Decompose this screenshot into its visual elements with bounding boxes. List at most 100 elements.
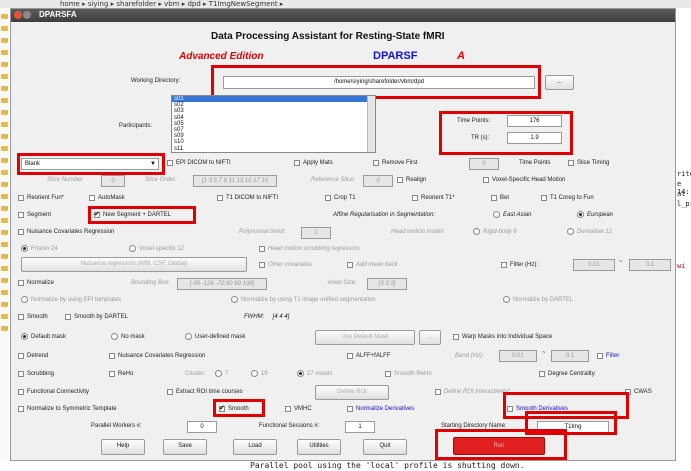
reference-slice-input[interactable]: 0 (363, 175, 393, 187)
folder-icon[interactable] (1, 206, 8, 211)
friston-radio[interactable] (21, 245, 28, 252)
define-roi-button[interactable]: Define ROI (315, 385, 389, 400)
other-covariates-checkbox[interactable] (259, 262, 265, 268)
help-button[interactable]: Help (101, 439, 145, 455)
folder-icon[interactable] (1, 266, 8, 271)
scrubbing-checkbox[interactable] (18, 371, 24, 377)
folder-icon[interactable] (1, 122, 8, 127)
folder-icon[interactable] (1, 50, 8, 55)
fc-checkbox[interactable] (18, 389, 24, 395)
folder-icon[interactable] (1, 254, 8, 259)
folder-icon[interactable] (1, 290, 8, 295)
path-segment[interactable]: vbm (164, 0, 179, 8)
use-default-mask-button[interactable]: Use Default Mask (315, 330, 415, 345)
mask-browse-button[interactable]: ... (419, 330, 441, 345)
automask-checkbox[interactable] (89, 195, 95, 201)
template-dropdown[interactable]: Blank ▼ (21, 158, 159, 170)
folder-icon[interactable] (1, 314, 8, 319)
folder-icon[interactable] (1, 242, 8, 247)
define-roi-interactive-checkbox[interactable] (435, 389, 441, 395)
reorient-fun-checkbox[interactable] (18, 195, 24, 201)
extract-roi-checkbox[interactable] (167, 389, 173, 395)
epi-templates-radio[interactable] (21, 296, 28, 303)
folder-icon[interactable] (1, 194, 8, 199)
reorient-t1-checkbox[interactable] (412, 195, 418, 201)
path-segment[interactable]: home (60, 0, 80, 8)
folder-icon[interactable] (1, 182, 8, 187)
sym-smooth-checkbox[interactable] (219, 404, 225, 412)
detrend-checkbox[interactable] (18, 353, 24, 359)
segment-checkbox[interactable] (18, 212, 24, 218)
scrubbing-regressors-checkbox[interactable] (259, 246, 265, 252)
band-low-input[interactable]: 0.01 (499, 350, 537, 362)
path-segment[interactable]: dpd (187, 0, 200, 8)
folder-icon[interactable] (1, 26, 8, 31)
minimize-icon[interactable] (23, 11, 31, 19)
load-button[interactable]: Load (233, 439, 277, 455)
normalize-deriv-checkbox[interactable] (347, 406, 353, 412)
utilities-button[interactable]: Utilities (297, 439, 341, 455)
t1-coreg-checkbox[interactable] (541, 195, 547, 201)
path-segment[interactable]: T1ImgNewSegment (209, 0, 278, 8)
warp-masks-checkbox[interactable] (453, 334, 459, 340)
list-item[interactable]: s11 (172, 146, 375, 152)
participants-list[interactable]: s01 s02 s03 s04 s05 s07 s09 s10 s11 (171, 95, 376, 153)
slice-order-input[interactable]: [1 3 5 7 9 11 13 15 17 15 (193, 175, 277, 187)
functional-sessions-input[interactable]: 1 (345, 421, 375, 433)
folder-icon[interactable] (1, 218, 8, 223)
folder-icon[interactable] (1, 98, 8, 103)
nuisance-checkbox[interactable] (18, 229, 24, 235)
save-button[interactable]: Save (163, 439, 207, 455)
cluster-27-radio[interactable] (297, 370, 304, 377)
t1-dicom-checkbox[interactable] (217, 195, 223, 201)
no-mask-radio[interactable] (111, 333, 118, 340)
remove-first-input[interactable]: 0 (469, 158, 499, 170)
time-points-input[interactable]: 176 (507, 115, 562, 127)
quit-button[interactable]: Quit (363, 439, 407, 455)
slice-timing-checkbox[interactable] (568, 160, 574, 166)
parallel-workers-input[interactable]: 0 (187, 421, 217, 433)
reho-checkbox[interactable] (109, 371, 115, 377)
epi-dicom-checkbox[interactable] (167, 160, 173, 166)
band-filter-checkbox[interactable] (597, 353, 603, 359)
folder-icon[interactable] (1, 62, 8, 67)
folder-icon[interactable] (1, 230, 8, 235)
normalize-checkbox[interactable] (18, 280, 24, 286)
folder-icon[interactable] (1, 74, 8, 79)
cluster-19-radio[interactable] (251, 370, 258, 377)
folder-icon[interactable] (1, 302, 8, 307)
poly-trend-input[interactable]: 1 (301, 227, 331, 239)
smooth-reho-checkbox[interactable] (385, 371, 391, 377)
path-segment[interactable]: sharefolder (116, 0, 156, 8)
apply-mats-checkbox[interactable] (294, 160, 300, 166)
user-mask-radio[interactable] (185, 333, 192, 340)
run-button[interactable]: Run (453, 437, 545, 455)
nuisance-regressors-button[interactable]: Nuisance regressors (WM, CSF, Global) (21, 257, 247, 272)
fwhm-input[interactable]: [4 4 4] (267, 312, 295, 324)
degree-centrality-checkbox[interactable] (539, 371, 545, 377)
derivative-radio[interactable] (567, 228, 574, 235)
folder-icon[interactable] (1, 146, 8, 151)
slice-number-input[interactable]: 0 (101, 175, 125, 187)
bounding-box-input[interactable]: [-90 -126 -72;90 90 108] (177, 278, 267, 290)
folder-icon[interactable] (1, 110, 8, 115)
rigid-body-radio[interactable] (473, 228, 480, 235)
voxel-head-motion-checkbox[interactable] (483, 177, 489, 183)
east-asian-radio[interactable] (493, 211, 500, 218)
vmhc-checkbox[interactable] (285, 406, 291, 412)
cluster-7-radio[interactable] (215, 370, 222, 377)
smooth-deriv-checkbox[interactable] (507, 406, 513, 412)
folder-icon[interactable] (1, 158, 8, 163)
realign-checkbox[interactable] (397, 177, 403, 183)
add-mean-checkbox[interactable] (347, 262, 353, 268)
voxel-size-input[interactable]: [3 3 3] (367, 278, 407, 290)
normalize-sym-checkbox[interactable] (18, 406, 24, 412)
close-icon[interactable] (14, 11, 22, 19)
filter-checkbox[interactable] (501, 262, 507, 268)
list-scrollbar[interactable] (367, 96, 375, 152)
smooth-dartel-checkbox[interactable] (65, 314, 71, 320)
new-segment-checkbox[interactable] (94, 210, 100, 218)
smooth-checkbox[interactable] (18, 314, 24, 320)
nuisance-reg-checkbox[interactable] (109, 353, 115, 359)
default-mask-radio[interactable] (21, 333, 28, 340)
